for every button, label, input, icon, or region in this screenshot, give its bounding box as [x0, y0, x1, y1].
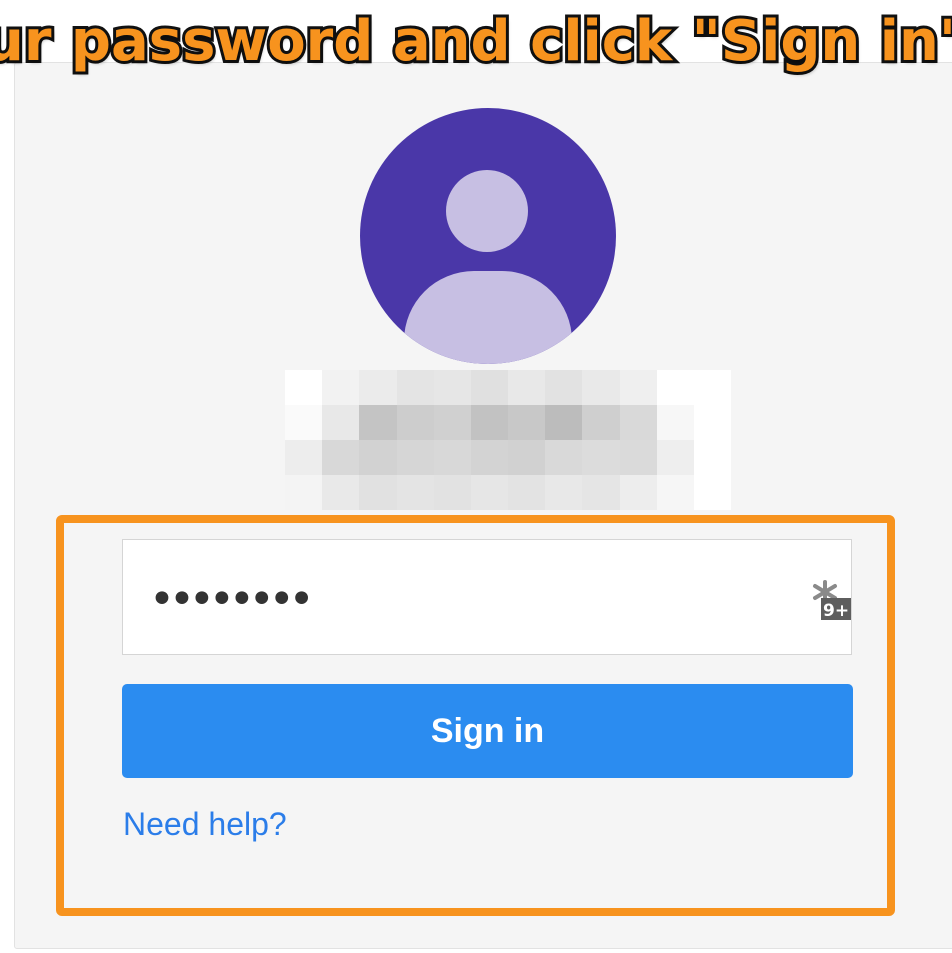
pixelation-cell — [619, 440, 657, 475]
pixelation-cell — [693, 370, 731, 405]
pixelation-cell — [582, 405, 620, 440]
pixelation-cell — [433, 405, 471, 440]
pixelation-cell — [619, 405, 657, 440]
avatar-icon — [360, 108, 616, 364]
pixelation-cell — [470, 475, 508, 510]
sign-in-button[interactable]: Sign in — [122, 684, 853, 778]
pixelation-cell — [693, 440, 731, 475]
need-help-link[interactable]: Need help? — [123, 804, 287, 844]
pixelation-cell — [359, 440, 397, 475]
pixelation-cell — [470, 370, 508, 405]
pixelation-cell — [322, 440, 360, 475]
pixelation-cell — [322, 405, 360, 440]
pixelation-cell — [322, 370, 360, 405]
pixelation-cell — [359, 370, 397, 405]
pixelation-cell — [619, 475, 657, 510]
pixelation-cell — [656, 440, 694, 475]
keychain-badge: 9+ — [823, 601, 849, 621]
pixelation-cell — [656, 405, 694, 440]
pixelation-cell — [545, 405, 583, 440]
password-field[interactable]: •••••••• 9+ — [122, 539, 852, 655]
pixelation-cell — [582, 475, 620, 510]
pixelation-cell — [322, 475, 360, 510]
pixelation-cell — [396, 370, 434, 405]
avatar-body — [404, 271, 572, 364]
pixelation-cell — [656, 475, 694, 510]
pixelation-cell — [693, 405, 731, 440]
password-masked-value: •••••••• — [149, 574, 315, 625]
pixelation-cell — [470, 440, 508, 475]
password-manager-key-icon[interactable]: 9+ — [807, 578, 851, 622]
pixelation-cell — [433, 475, 471, 510]
pixelation-cell — [359, 475, 397, 510]
avatar-head — [446, 170, 528, 252]
pixelation-cell — [285, 405, 323, 440]
pixelation-cell — [582, 370, 620, 405]
pixelation-cell — [656, 370, 694, 405]
pixelation-cell — [433, 370, 471, 405]
pixelation-cell — [508, 475, 546, 510]
instruction-banner: ur password and click "Sign in" — [0, 6, 952, 77]
pixelation-cell — [396, 475, 434, 510]
pixelation-cell — [619, 370, 657, 405]
pixelation-cell — [285, 475, 323, 510]
pixelation-cell — [693, 475, 731, 510]
pixelation-cell — [508, 440, 546, 475]
pixelation-cell — [508, 370, 546, 405]
pixelation-cell — [359, 405, 397, 440]
pixelation-cell — [285, 370, 323, 405]
pixelation-cell — [396, 405, 434, 440]
pixelated-email — [285, 370, 731, 510]
pixelation-cell — [396, 440, 434, 475]
pixelation-cell — [470, 405, 508, 440]
pixelation-cell — [508, 405, 546, 440]
pixelation-cell — [545, 370, 583, 405]
pixelation-cell — [545, 440, 583, 475]
pixelation-cell — [433, 440, 471, 475]
pixelation-cell — [545, 475, 583, 510]
pixelation-cell — [285, 440, 323, 475]
pixelation-cell — [582, 440, 620, 475]
